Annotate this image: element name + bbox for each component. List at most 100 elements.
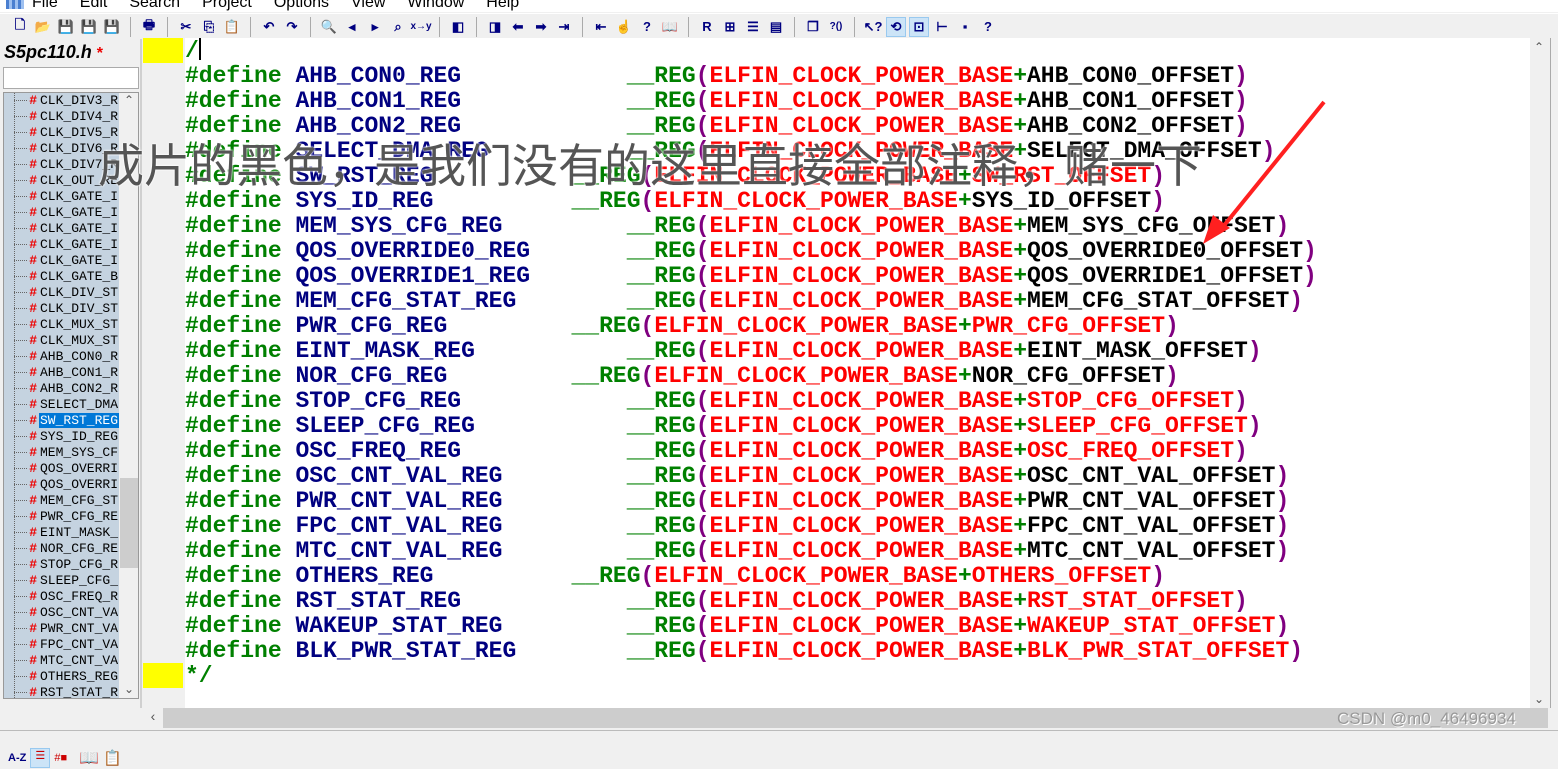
code-line[interactable]: #define OSC_CNT_VAL_REG __REG(ELFIN_CLOC… [185,464,1317,489]
symbol-item[interactable]: # CLK_GATE_I [4,204,119,220]
symbol-item[interactable]: # AHB_CON1_R [4,364,119,380]
jump-icon[interactable]: ☝ [614,17,634,37]
symbol-item[interactable]: # QOS_OVERRI [4,460,119,476]
code-line[interactable]: #define PWR_CNT_VAL_REG __REG(ELFIN_CLOC… [185,489,1317,514]
symbol-item[interactable]: # OSC_CNT_VA [4,604,119,620]
symbol-item[interactable]: # CLK_GATE_I [4,252,119,268]
menu-view[interactable]: View [351,0,385,12]
symbol-item[interactable]: # CLK_DIV_ST [4,284,119,300]
symbol-item[interactable]: # SW_RST_REG [4,412,119,428]
code-line[interactable]: #define PWR_CFG_REG __REG(ELFIN_CLOCK_PO… [185,314,1317,339]
save-all-icon[interactable]: 💾 [102,17,122,37]
context-icon[interactable]: ⊡ [909,16,929,37]
symbol-item[interactable]: # QOS_OVERRI [4,476,119,492]
symbol-item[interactable]: # CLK_GATE_I [4,236,119,252]
toggle-sync-icon[interactable]: ⟲ [886,16,906,37]
copy-icon[interactable]: ⎘ [199,17,219,37]
save-as-icon[interactable]: 💾 [79,17,99,37]
menu-file[interactable]: File [32,0,58,12]
code-line[interactable]: #define EINT_MASK_REG __REG(ELFIN_CLOCK_… [185,339,1317,364]
print-icon[interactable]: 🖶 [139,17,159,37]
code-line[interactable]: / [185,38,1317,64]
scroll-down-icon[interactable]: ⌄ [1530,692,1548,706]
symbol-item[interactable]: # MTC_CNT_VA [4,652,119,668]
help-pointer-icon[interactable]: ↖? [863,17,883,37]
back-icon[interactable]: ⬅ [508,17,528,37]
code-line[interactable]: #define BLK_PWR_STAT_REG __REG(ELFIN_CLO… [185,639,1317,664]
scroll-left-icon[interactable]: ‹ [143,708,163,728]
symbol-item[interactable]: # PWR_CFG_RE [4,508,119,524]
symbol-item[interactable]: # MEM_CFG_ST [4,492,119,508]
code-line[interactable]: #define MTC_CNT_VAL_REG __REG(ELFIN_CLOC… [185,539,1317,564]
code-line[interactable]: #define AHB_CON1_REG __REG(ELFIN_CLOCK_P… [185,89,1317,114]
menu-help[interactable]: Help [486,0,519,12]
symbol-types-icon[interactable]: #■ [54,752,67,764]
book-icon[interactable]: 📖 [79,748,99,768]
code-line[interactable]: #define SLEEP_CFG_REG __REG(ELFIN_CLOCK_… [185,414,1317,439]
symbol-item[interactable]: # SELECT_DMA [4,396,119,412]
symbol-item[interactable]: # STOP_CFG_R [4,556,119,572]
code-line[interactable]: #define QOS_OVERRIDE1_REG __REG(ELFIN_CL… [185,264,1317,289]
properties-icon[interactable]: 📋 [103,749,122,767]
menu-search[interactable]: Search [129,0,180,12]
code-line[interactable]: #define MEM_CFG_STAT_REG __REG(ELFIN_CLO… [185,289,1317,314]
new-file-icon[interactable]: 🗋 [10,17,30,37]
help-func-icon[interactable]: ?() [826,17,846,37]
menu-options[interactable]: Options [274,0,329,12]
scroll-up-icon[interactable]: ⌃ [1530,40,1548,54]
scroll-up-icon[interactable]: ⌃ [119,93,138,107]
code-line[interactable]: #define QOS_OVERRIDE0_REG __REG(ELFIN_CL… [185,239,1317,264]
find-next-icon[interactable]: ▸ [365,17,385,37]
code-line[interactable]: #define NOR_CFG_REG __REG(ELFIN_CLOCK_PO… [185,364,1317,389]
symbol-item[interactable]: # OTHERS_REG [4,668,119,684]
open-icon[interactable]: 📂 [33,17,53,37]
symbol-item[interactable]: # CLK_MUX_ST [4,332,119,348]
code-line[interactable]: #define AHB_CON0_REG __REG(ELFIN_CLOCK_P… [185,64,1317,89]
find-icon[interactable]: 🔍 [319,17,339,37]
symbol-item[interactable]: # EINT_MASK_ [4,524,119,540]
split-h-icon[interactable]: ☰ [743,17,763,37]
symbol-item[interactable]: # CLK_DIV3_R [4,93,119,108]
find-prev-icon[interactable]: ◂ [342,17,362,37]
redo-icon[interactable]: ↷ [282,17,302,37]
symbol-item[interactable]: # NOR_CFG_RE [4,540,119,556]
editor-vertical-scrollbar[interactable]: ⌃ ⌄ [1530,38,1548,708]
outdent-icon[interactable]: ⇤ [591,17,611,37]
relation-icon[interactable]: R [697,17,717,37]
help-index-icon[interactable]: ? [978,17,998,37]
scrollbar-thumb[interactable] [120,478,138,568]
cascade-icon[interactable]: ❐ [803,17,823,37]
sort-az-button[interactable]: A-Z [8,752,26,764]
code-line[interactable]: #define FPC_CNT_VAL_REG __REG(ELFIN_CLOC… [185,514,1317,539]
menu-edit[interactable]: Edit [80,0,108,12]
bookmark-prev-icon[interactable]: ◧ [448,17,468,37]
code-line[interactable]: #define STOP_CFG_REG __REG(ELFIN_CLOCK_P… [185,389,1317,414]
undo-icon[interactable]: ↶ [259,17,279,37]
tree-icon[interactable]: ⊢ [932,17,952,37]
save-icon[interactable]: 💾 [56,17,76,37]
split-v-icon[interactable]: ▤ [766,17,786,37]
find-files-icon[interactable]: ⌕ [388,17,408,37]
symbol-item[interactable]: # CLK_GATE_I [4,220,119,236]
symbol-item[interactable]: # AHB_CON2_R [4,380,119,396]
symbol-item[interactable]: # CLK_DIV_ST [4,300,119,316]
symbol-item[interactable]: # CLK_MUX_ST [4,316,119,332]
code-line[interactable]: #define RST_STAT_REG __REG(ELFIN_CLOCK_P… [185,589,1317,614]
symbol-item[interactable]: # MEM_SYS_CF [4,444,119,460]
symbol-item[interactable]: # CLK_DIV4_R [4,108,119,124]
symbol-item[interactable]: # AHB_CON0_R [4,348,119,364]
symbol-info-icon[interactable]: ? [637,17,657,37]
symbol-item[interactable]: # CLK_GATE_B [4,268,119,284]
replace-icon[interactable]: x→y [410,17,431,37]
code-line[interactable]: */ [185,664,1317,689]
code-line[interactable]: #define WAKEUP_STAT_REG __REG(ELFIN_CLOC… [185,614,1317,639]
symbol-item[interactable]: # PWR_CNT_VA [4,620,119,636]
layout-icon[interactable]: ▪ [955,17,975,37]
symbol-item[interactable]: # FPC_CNT_VA [4,636,119,652]
bookmark-next-icon[interactable]: ◨ [485,17,505,37]
forward-icon[interactable]: ➡ [531,17,551,37]
symbol-item[interactable]: # SYS_ID_REG [4,428,119,444]
paste-icon[interactable]: 📋 [222,17,242,37]
symbol-filter-input[interactable] [3,67,139,89]
indent-icon[interactable]: ⇥ [554,17,574,37]
